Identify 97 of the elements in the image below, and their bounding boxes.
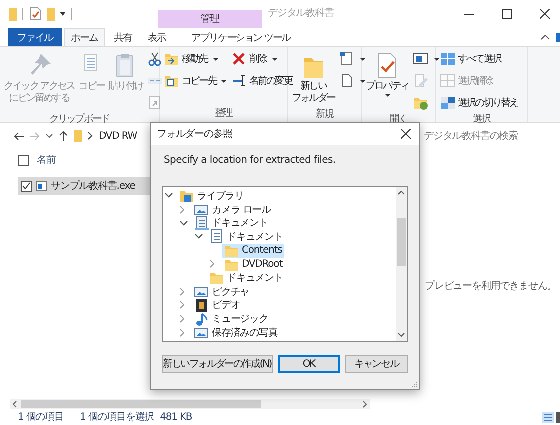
ribbon-icon-button[interactable] bbox=[146, 50, 164, 68]
expanded-chevron-icon[interactable] bbox=[195, 234, 203, 240]
dropdown-icon[interactable] bbox=[46, 134, 53, 138]
resize-grip-icon[interactable] bbox=[412, 382, 418, 388]
tree-item[interactable]: ドキュメント bbox=[207, 230, 286, 244]
back-arrow-icon[interactable] bbox=[14, 132, 24, 140]
close-icon[interactable] bbox=[540, 9, 550, 19]
column-header[interactable]: 名前 bbox=[37, 153, 56, 167]
close-icon[interactable] bbox=[401, 129, 411, 139]
tree-item[interactable]: ビデオ bbox=[192, 298, 242, 312]
grid-icon bbox=[440, 95, 456, 111]
tree-item[interactable]: ドキュメント bbox=[192, 216, 270, 230]
scroll-down-icon[interactable] bbox=[398, 333, 405, 337]
item-count: 1 個の項目 bbox=[18, 411, 64, 424]
tree-item[interactable]: Contents bbox=[222, 244, 284, 258]
search-field[interactable]: デジタル教科書の検索 bbox=[424, 129, 518, 143]
select-all-checkbox[interactable] bbox=[18, 154, 29, 166]
ribbon-button[interactable]: コピー先 bbox=[163, 72, 228, 90]
up-arrow-icon[interactable] bbox=[59, 131, 68, 141]
folder-clock-icon bbox=[413, 95, 430, 111]
dialog-title: フォルダーの参照 bbox=[157, 128, 232, 141]
context-tab-group-label: 管理 bbox=[200, 13, 220, 26]
maximize-icon[interactable] bbox=[502, 9, 512, 19]
checkbox[interactable] bbox=[21, 180, 32, 192]
tree-item[interactable]: ドキュメント bbox=[207, 270, 286, 285]
tree-item[interactable]: カメラ ロール bbox=[192, 202, 273, 217]
ribbon-button[interactable]: すべて選択 bbox=[439, 50, 520, 68]
window-icon bbox=[413, 51, 430, 67]
folder-arrow-icon bbox=[164, 51, 180, 67]
ribbon-icon-button[interactable] bbox=[338, 50, 368, 68]
new-item-icon bbox=[339, 51, 356, 67]
tiles-view-icon[interactable] bbox=[556, 412, 560, 422]
ribbon-button[interactable]: 移動先 bbox=[163, 50, 228, 68]
scissors-icon bbox=[147, 51, 163, 67]
folder-icon bbox=[74, 130, 82, 142]
expanded-chevron-icon[interactable] bbox=[180, 220, 188, 226]
ribbon-tab[interactable]: 共有 bbox=[107, 28, 139, 46]
chevron-icon[interactable] bbox=[88, 132, 93, 140]
collapsed-chevron-icon[interactable] bbox=[180, 315, 185, 324]
selection-size: 481 KB bbox=[160, 412, 192, 422]
ribbon-button[interactable]: 名前の変更 bbox=[230, 72, 294, 90]
collapsed-chevron-icon[interactable] bbox=[180, 301, 185, 310]
scrollbar-thumb[interactable] bbox=[21, 400, 261, 408]
document-icon bbox=[194, 216, 209, 231]
music-note-icon bbox=[194, 312, 209, 327]
collapsed-chevron-icon[interactable] bbox=[210, 260, 215, 268]
application-icon bbox=[36, 181, 47, 191]
file-name: サンプル教科書.exe bbox=[51, 180, 136, 193]
folder-copy-icon bbox=[164, 73, 180, 89]
ribbon-group-label: 新規 bbox=[314, 108, 335, 122]
ribbon-tab[interactable]: 表示 bbox=[141, 28, 173, 46]
expanded-chevron-icon[interactable] bbox=[165, 193, 173, 198]
ribbon-button[interactable]: プロパティ bbox=[365, 50, 410, 99]
scrollbar-thumb[interactable] bbox=[397, 218, 406, 266]
scroll-right-icon[interactable] bbox=[363, 400, 367, 408]
document-icon bbox=[209, 229, 224, 244]
instruction-text: Specify a location for extracted files. bbox=[164, 155, 336, 166]
dialog-button[interactable]: キャンセル bbox=[345, 355, 408, 373]
help-icon[interactable] bbox=[556, 32, 560, 42]
grid-icon bbox=[440, 51, 456, 67]
preview-message: プレビューを利用できません。 bbox=[425, 281, 557, 292]
selection-count: 1 個の項目を選択 bbox=[80, 411, 154, 424]
scroll-up-icon[interactable] bbox=[398, 191, 405, 195]
window-title: デジタル教科書 bbox=[268, 8, 334, 19]
film-icon bbox=[194, 298, 209, 313]
breadcrumb[interactable]: DVD RW bbox=[99, 130, 138, 142]
tree-item[interactable]: ライブラリ bbox=[177, 188, 246, 203]
ribbon-group-label: クリップボード bbox=[48, 112, 111, 127]
details-view-icon[interactable] bbox=[542, 412, 554, 422]
rename-icon bbox=[231, 73, 248, 89]
dropdown-icon[interactable] bbox=[60, 12, 66, 16]
pencil-icon bbox=[413, 73, 430, 89]
collapsed-chevron-icon[interactable] bbox=[180, 328, 185, 337]
folder-icon bbox=[209, 270, 224, 286]
tree-item[interactable]: 保存済みの写真 bbox=[192, 326, 280, 340]
ribbon-button[interactable]: 選択の切り替え bbox=[439, 94, 520, 112]
tree-item[interactable]: ピクチャ bbox=[192, 284, 252, 299]
ribbon-tab[interactable]: ホーム bbox=[64, 28, 105, 46]
collapsed-chevron-icon[interactable] bbox=[180, 206, 185, 214]
ribbon-group-label: 整理 bbox=[214, 107, 234, 121]
collapsed-chevron-icon[interactable] bbox=[180, 288, 185, 296]
tree-item[interactable]: DVDRoot bbox=[222, 257, 285, 272]
dialog-button[interactable]: OK bbox=[278, 355, 340, 373]
dialog-button[interactable]: 新しいフォルダーの作成(N) bbox=[162, 355, 273, 373]
file-row[interactable]: サンプル教科書.exe bbox=[18, 177, 150, 195]
ribbon-group-label: 選択 bbox=[472, 113, 492, 127]
checkmark-page-icon[interactable] bbox=[28, 7, 42, 21]
shortcut-icon bbox=[147, 95, 163, 111]
scroll-left-icon[interactable] bbox=[13, 400, 17, 408]
cross-icon bbox=[231, 51, 248, 67]
tree-item[interactable]: ミュージック bbox=[192, 312, 270, 326]
folder-icon bbox=[224, 243, 239, 258]
collapse-ribbon-icon[interactable] bbox=[541, 34, 550, 40]
grid-icon bbox=[440, 73, 456, 89]
ribbon-tab[interactable]: ファイル bbox=[8, 28, 62, 46]
ribbon-button[interactable]: 削除 bbox=[230, 50, 294, 68]
library-icon bbox=[179, 188, 194, 204]
